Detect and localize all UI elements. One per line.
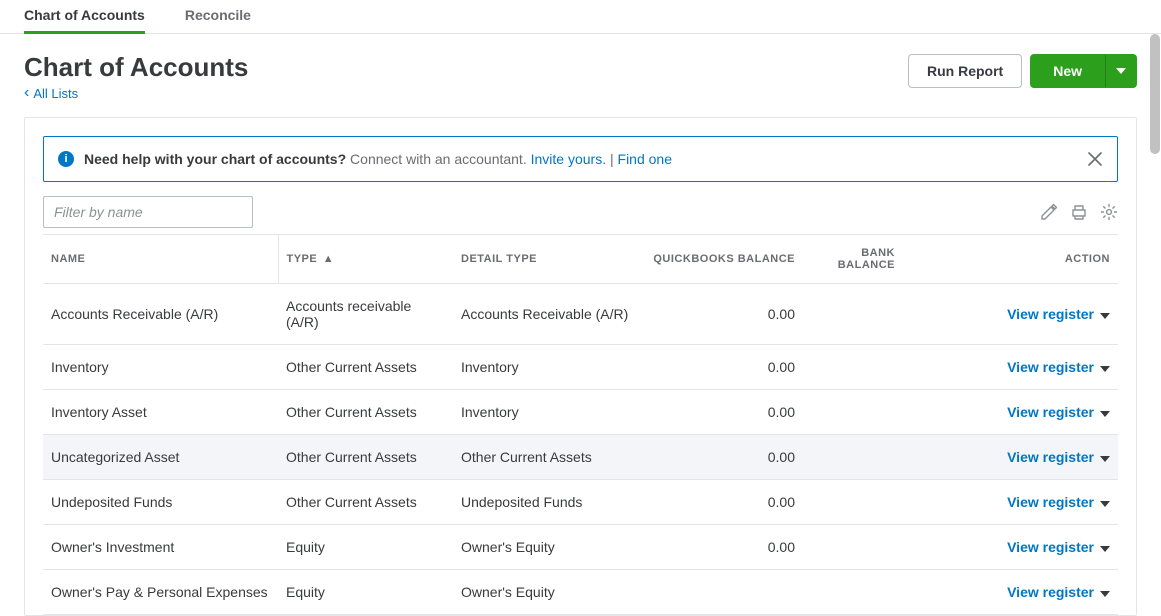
cell-type: Accounts receivable (A/R) bbox=[278, 284, 453, 345]
cell-name: Owner's Pay & Personal Expenses bbox=[43, 570, 278, 615]
cell-qb-balance: 0.00 bbox=[643, 390, 803, 435]
col-type[interactable]: TYPE ▲ bbox=[278, 235, 453, 284]
table-row[interactable]: Inventory AssetOther Current AssetsInven… bbox=[43, 390, 1118, 435]
view-register-link[interactable]: View register bbox=[1007, 359, 1094, 375]
cell-bank-balance bbox=[803, 435, 903, 480]
cell-bank-balance bbox=[803, 345, 903, 390]
action-dropdown[interactable] bbox=[1100, 546, 1110, 552]
cell-name: Undeposited Funds bbox=[43, 480, 278, 525]
tab-reconcile[interactable]: Reconcile bbox=[185, 0, 251, 34]
action-dropdown[interactable] bbox=[1100, 313, 1110, 319]
action-dropdown[interactable] bbox=[1100, 456, 1110, 462]
table-row[interactable]: Owner's InvestmentEquityOwner's Equity0.… bbox=[43, 525, 1118, 570]
cell-bank-balance bbox=[803, 480, 903, 525]
accounts-table: NAME TYPE ▲ DETAIL TYPE QUICKBOOKS BALAN… bbox=[43, 234, 1118, 615]
cell-name: Accounts Receivable (A/R) bbox=[43, 284, 278, 345]
action-dropdown[interactable] bbox=[1100, 366, 1110, 372]
view-register-link[interactable]: View register bbox=[1007, 306, 1094, 322]
caret-down-icon bbox=[1116, 68, 1126, 74]
cell-qb-balance: 0.00 bbox=[643, 345, 803, 390]
run-report-button[interactable]: Run Report bbox=[908, 54, 1022, 88]
close-icon[interactable] bbox=[1087, 151, 1103, 167]
scrollbar[interactable] bbox=[1150, 34, 1160, 154]
cell-qb-balance: 0.00 bbox=[643, 435, 803, 480]
cell-bank-balance bbox=[803, 570, 903, 615]
col-action: ACTION bbox=[903, 235, 1118, 284]
cell-detail: Inventory bbox=[453, 390, 643, 435]
cell-type: Other Current Assets bbox=[278, 345, 453, 390]
banner-text: Need help with your chart of accounts? C… bbox=[84, 151, 672, 167]
view-register-link[interactable]: View register bbox=[1007, 494, 1094, 510]
cell-qb-balance: 0.00 bbox=[643, 525, 803, 570]
new-button-dropdown[interactable] bbox=[1105, 54, 1137, 88]
cell-detail: Other Current Assets bbox=[453, 435, 643, 480]
chevron-left-icon: ‹ bbox=[24, 85, 29, 101]
cell-name: Inventory bbox=[43, 345, 278, 390]
cell-qb-balance bbox=[643, 570, 803, 615]
gear-icon[interactable] bbox=[1100, 203, 1118, 221]
page-title: Chart of Accounts bbox=[24, 52, 248, 83]
filter-by-name-input[interactable] bbox=[43, 196, 253, 228]
cell-bank-balance bbox=[803, 525, 903, 570]
cell-detail: Owner's Equity bbox=[453, 570, 643, 615]
back-label: All Lists bbox=[33, 86, 78, 101]
table-row[interactable]: Owner's Pay & Personal ExpensesEquityOwn… bbox=[43, 570, 1118, 615]
col-detail-type[interactable]: DETAIL TYPE bbox=[453, 235, 643, 284]
cell-type: Equity bbox=[278, 525, 453, 570]
cell-type: Equity bbox=[278, 570, 453, 615]
action-dropdown[interactable] bbox=[1100, 501, 1110, 507]
top-tabs: Chart of Accounts Reconcile bbox=[0, 0, 1161, 34]
cell-type: Other Current Assets bbox=[278, 435, 453, 480]
table-row[interactable]: Undeposited FundsOther Current AssetsUnd… bbox=[43, 480, 1118, 525]
cell-detail: Accounts Receivable (A/R) bbox=[453, 284, 643, 345]
info-icon: i bbox=[58, 151, 74, 167]
view-register-link[interactable]: View register bbox=[1007, 404, 1094, 420]
new-button[interactable]: New bbox=[1030, 54, 1105, 88]
print-icon[interactable] bbox=[1070, 203, 1088, 221]
sort-asc-icon: ▲ bbox=[319, 253, 334, 265]
action-dropdown[interactable] bbox=[1100, 591, 1110, 597]
help-banner: i Need help with your chart of accounts?… bbox=[43, 136, 1118, 182]
col-bank-balance[interactable]: BANK BALANCE bbox=[803, 235, 903, 284]
table-row[interactable]: InventoryOther Current AssetsInventory0.… bbox=[43, 345, 1118, 390]
table-row[interactable]: Uncategorized AssetOther Current AssetsO… bbox=[43, 435, 1118, 480]
invite-yours-link[interactable]: Invite yours. bbox=[531, 151, 606, 167]
view-register-link[interactable]: View register bbox=[1007, 449, 1094, 465]
col-qb-balance[interactable]: QUICKBOOKS BALANCE bbox=[643, 235, 803, 284]
view-register-link[interactable]: View register bbox=[1007, 584, 1094, 600]
cell-detail: Owner's Equity bbox=[453, 525, 643, 570]
find-one-link[interactable]: Find one bbox=[618, 151, 672, 167]
col-name[interactable]: NAME bbox=[43, 235, 278, 284]
back-all-lists[interactable]: ‹ All Lists bbox=[24, 85, 78, 101]
cell-detail: Undeposited Funds bbox=[453, 480, 643, 525]
cell-qb-balance: 0.00 bbox=[643, 284, 803, 345]
cell-bank-balance bbox=[803, 284, 903, 345]
cell-name: Owner's Investment bbox=[43, 525, 278, 570]
cell-name: Inventory Asset bbox=[43, 390, 278, 435]
cell-detail: Inventory bbox=[453, 345, 643, 390]
cell-type: Other Current Assets bbox=[278, 480, 453, 525]
table-row[interactable]: Accounts Receivable (A/R)Accounts receiv… bbox=[43, 284, 1118, 345]
edit-icon[interactable] bbox=[1040, 203, 1058, 221]
cell-qb-balance: 0.00 bbox=[643, 480, 803, 525]
cell-name: Uncategorized Asset bbox=[43, 435, 278, 480]
action-dropdown[interactable] bbox=[1100, 411, 1110, 417]
tab-chart-of-accounts[interactable]: Chart of Accounts bbox=[24, 0, 145, 34]
cell-bank-balance bbox=[803, 390, 903, 435]
cell-type: Other Current Assets bbox=[278, 390, 453, 435]
view-register-link[interactable]: View register bbox=[1007, 539, 1094, 555]
